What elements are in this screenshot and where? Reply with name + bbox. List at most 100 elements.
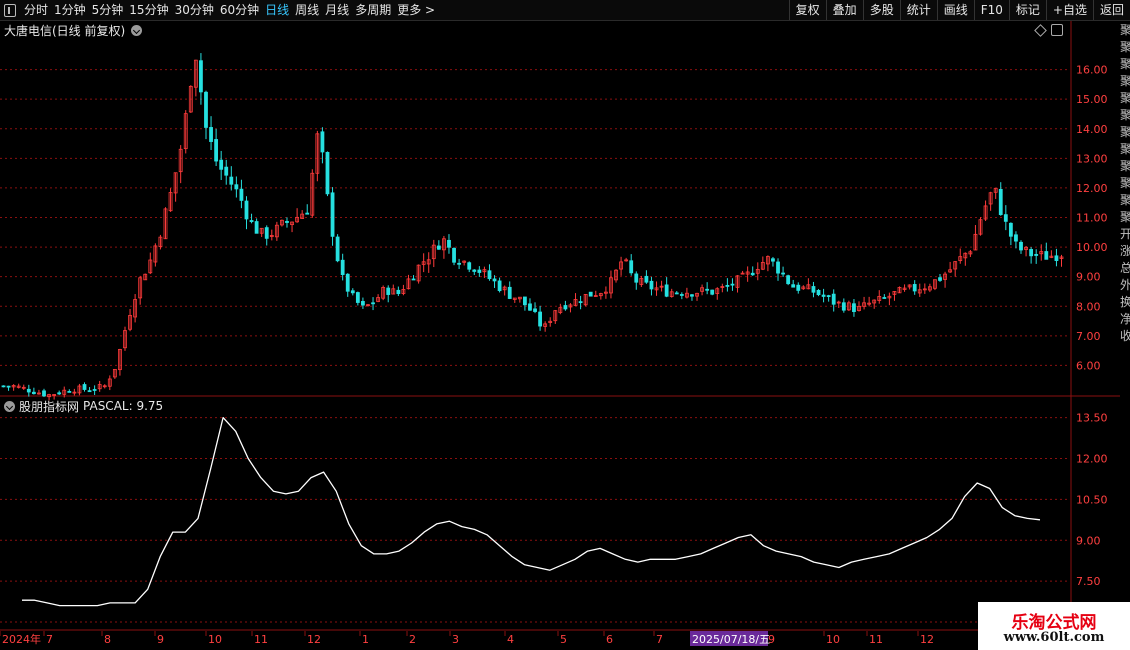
candle-body	[705, 288, 710, 291]
candle-body	[1054, 255, 1059, 261]
strip-char: 聚	[1120, 142, 1130, 156]
candle-body	[912, 284, 917, 292]
candle-body	[447, 239, 451, 248]
candle-body	[345, 273, 350, 292]
candle-body	[578, 301, 583, 304]
time-label: 7	[656, 633, 663, 646]
candle-body	[457, 262, 461, 265]
time-label: 5	[560, 633, 567, 646]
candle-body	[781, 272, 785, 275]
candle-body	[224, 166, 229, 176]
candle-body	[841, 302, 846, 311]
price-tick-label: 8.00	[1076, 300, 1101, 313]
candle-body	[264, 227, 269, 239]
candle-body	[57, 392, 62, 395]
candle-body	[204, 91, 208, 128]
candle-body	[487, 270, 492, 280]
candle-body	[234, 184, 239, 190]
candle-body	[244, 200, 249, 220]
candle-body	[1019, 241, 1023, 251]
candle-body	[674, 292, 679, 295]
watermark: 乐淘公式网 www.60lt.com	[978, 602, 1130, 650]
candle-body	[821, 294, 826, 297]
candle-body	[679, 294, 684, 296]
candle-body	[452, 247, 456, 263]
strip-char: 总	[1120, 261, 1130, 275]
candle-body	[330, 192, 335, 237]
candle-body	[396, 289, 401, 295]
time-label: 10	[208, 633, 222, 646]
time-label: 7	[46, 633, 53, 646]
candle-body	[254, 221, 259, 234]
time-label: 1	[362, 633, 369, 646]
candle-body	[730, 283, 735, 286]
strip-char: 外	[1120, 278, 1130, 292]
candle-body	[710, 289, 715, 295]
time-label: 9	[157, 633, 164, 646]
strip-char: 开	[1120, 227, 1130, 241]
price-tick-label: 11.00	[1076, 212, 1108, 225]
candle-body	[386, 287, 391, 295]
candle-body	[831, 293, 836, 305]
price-tick-label: 14.00	[1076, 123, 1108, 136]
candle-body	[361, 301, 365, 306]
candle-body	[214, 139, 219, 162]
candle-body	[791, 284, 796, 288]
candle-body	[563, 305, 568, 310]
candle-body	[239, 188, 244, 201]
candle-body	[1, 385, 6, 388]
candle-body	[467, 262, 472, 270]
candle-body	[771, 258, 775, 262]
candle-body	[882, 297, 887, 299]
candle-body	[649, 280, 654, 290]
indicator-tick-label: 9.00	[1076, 534, 1101, 547]
indicator-tick-label: 7.50	[1076, 575, 1101, 588]
candle-body	[507, 286, 512, 299]
candle-body	[209, 127, 213, 142]
candle-body	[1014, 234, 1018, 242]
candle-body	[528, 303, 532, 311]
candle-body	[523, 296, 527, 306]
candle-body	[219, 159, 224, 170]
candle-body	[826, 295, 831, 297]
candle-body	[26, 388, 31, 393]
strip-char: 聚	[1120, 57, 1130, 71]
candle-body	[852, 303, 856, 313]
indicator-tick-label: 12.00	[1076, 453, 1108, 466]
candle-body	[497, 280, 502, 292]
candle-body	[340, 259, 345, 275]
candle-body	[664, 284, 669, 297]
price-tick-label: 9.00	[1076, 271, 1101, 284]
candle-body	[588, 291, 593, 297]
time-label: 8	[104, 633, 111, 646]
candle-body	[1008, 222, 1013, 237]
candle-body	[229, 176, 234, 185]
time-label: 2	[409, 633, 416, 646]
candle-body	[786, 275, 791, 285]
candle-body	[1003, 214, 1008, 222]
candle-body	[6, 385, 11, 388]
strip-char: 收	[1120, 329, 1130, 343]
price-tick-label: 15.00	[1076, 93, 1108, 106]
candle-body	[42, 390, 46, 397]
kline-chart[interactable]: 16.0015.0014.0013.0012.0011.0010.009.008…	[0, 0, 1120, 650]
time-label: 12	[920, 633, 934, 646]
candle-body	[998, 188, 1003, 216]
strip-char: 聚	[1120, 159, 1130, 173]
strip-char: 聚	[1120, 40, 1130, 54]
candle-body	[320, 131, 325, 153]
candle-body	[776, 261, 780, 274]
strip-char: 聚	[1120, 91, 1130, 105]
strip-char: 涨	[1120, 244, 1130, 258]
candle-body	[644, 275, 649, 283]
indicator-tick-label: 13.50	[1076, 412, 1108, 425]
time-label: 6	[606, 633, 613, 646]
candle-body	[811, 286, 816, 293]
candle-body	[31, 391, 36, 395]
candle-body	[634, 273, 639, 283]
candle-body	[355, 292, 360, 303]
candle-body	[816, 289, 821, 296]
pascal-line	[22, 416, 1041, 607]
candle-body	[436, 245, 441, 250]
strip-char: 聚	[1120, 108, 1130, 122]
